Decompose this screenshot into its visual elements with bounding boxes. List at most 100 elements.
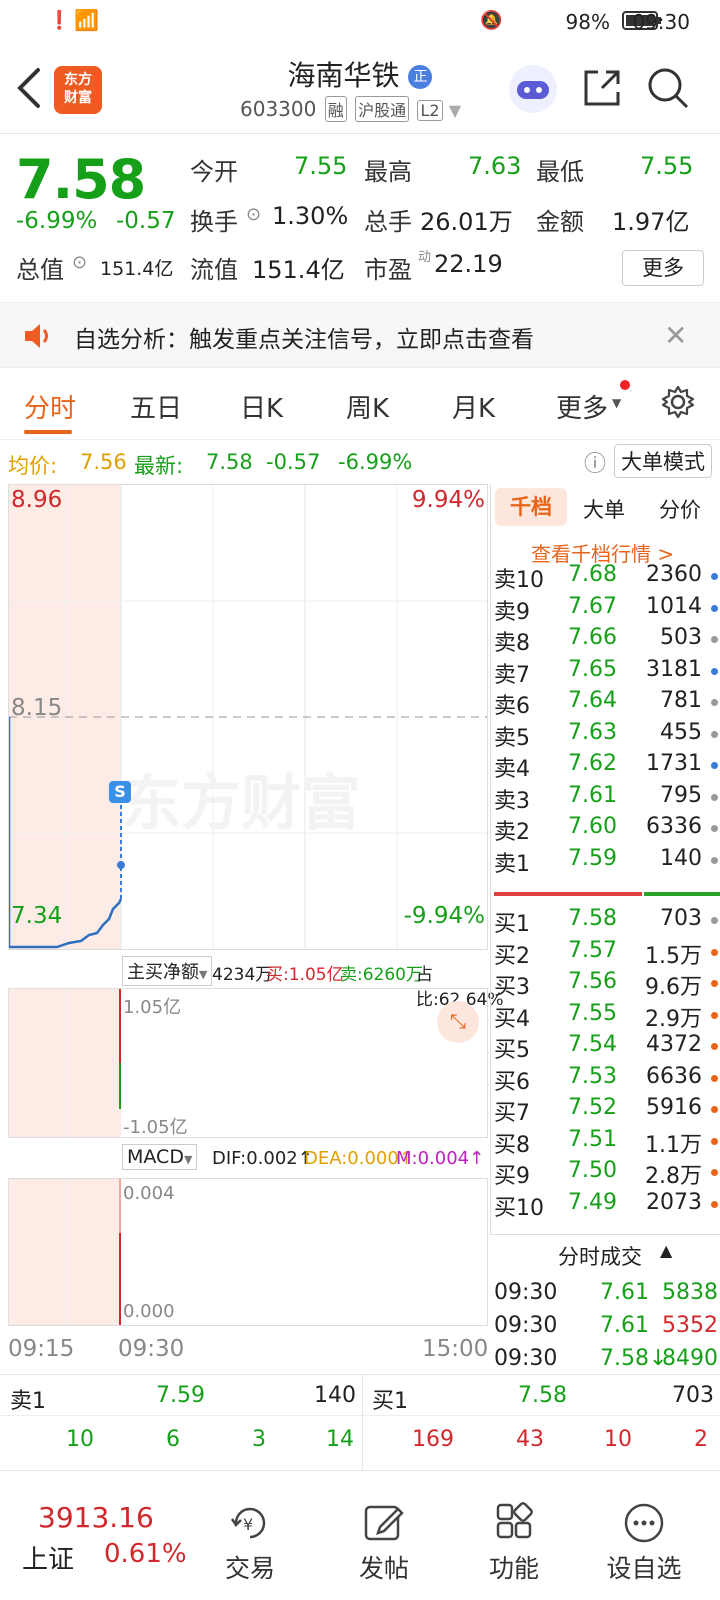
trade-time: 09:30 — [494, 1313, 558, 1338]
mktcap-label: 总值 — [16, 256, 64, 284]
bid-row[interactable]: 买7 7.52 5916 — [494, 1095, 720, 1127]
amount-value: 1.97亿 — [612, 208, 690, 236]
ask-row[interactable]: 卖2 7.60 6336 — [494, 814, 720, 846]
bottom-sell-vol: 140 — [314, 1383, 356, 1408]
signal-marker[interactable]: S — [109, 781, 131, 803]
bid-row[interactable]: 买10 7.49 2073 — [494, 1190, 720, 1222]
more-quote-button[interactable]: 更多 — [622, 250, 704, 286]
time-axis-end: 15:00 — [422, 1336, 489, 1362]
index-ticker[interactable]: 3913.16 上证 0.61% — [22, 1483, 202, 1583]
bid-row[interactable]: 买1 7.58 703 — [494, 906, 720, 938]
ask-level-label: 卖8 — [494, 631, 530, 656]
bid-row[interactable]: 买9 7.50 2.8万 — [494, 1158, 720, 1190]
help-icon[interactable]: ⓘ — [584, 446, 606, 478]
bid-row[interactable]: 买5 7.54 4372 — [494, 1032, 720, 1064]
tab-price-dist[interactable]: 分价 — [659, 494, 701, 524]
netflow-chart[interactable]: 1.05亿 -1.05亿 ⤡ — [8, 988, 488, 1138]
buy-queue-4: 2 — [694, 1427, 708, 1452]
bid-dot-icon — [711, 1200, 718, 1208]
expand-icon[interactable]: ⤡ — [437, 1001, 479, 1043]
low-value: 7.55 — [640, 152, 694, 180]
dropdown-icon[interactable]: ▼ — [449, 101, 461, 120]
tab-daily-k[interactable]: 日K — [240, 388, 283, 425]
tab-big-order[interactable]: 大单 — [583, 494, 625, 524]
macd-dif: DIF:0.002↑ — [212, 1148, 313, 1169]
bid-row[interactable]: 买4 7.55 2.9万 — [494, 1001, 720, 1033]
bid-level-label: 买9 — [494, 1164, 530, 1189]
nav-functions[interactable]: 功能 — [454, 1501, 574, 1585]
more-dots-icon — [584, 1501, 704, 1545]
ask-row[interactable]: 卖5 7.63 455 — [494, 720, 720, 752]
tab-five-day[interactable]: 五日 — [130, 388, 182, 425]
trade-row: 09:30 7.61 5352 — [494, 1313, 720, 1345]
ask-level-label: 卖1 — [494, 851, 530, 877]
bottom-buy-price: 7.58 — [518, 1383, 567, 1408]
tab-monthly-k[interactable]: 月K — [452, 388, 495, 425]
bottom-nav: 3913.16 上证 0.61% ¥ 交易 发帖 功能 设自选 — [0, 1470, 720, 1600]
search-icon[interactable] — [646, 66, 690, 114]
intraday-chart[interactable]: 东方财富 8.96 8.15 7.34 9.94% -9.94% S — [8, 484, 488, 950]
info-icon[interactable]: ⊙ — [72, 252, 87, 273]
notice-bar[interactable]: 自选分析：触发重点关注信号，立即点击查看 ✕ — [0, 302, 720, 368]
mute-icon: 🔕 — [480, 10, 503, 31]
bid-dot-icon — [711, 1137, 718, 1145]
pe-dynamic-mark: 动 — [418, 250, 432, 265]
buy-queue-2: 43 — [516, 1427, 544, 1452]
trade-volume: 5352 — [662, 1313, 718, 1338]
tab-thousand-level[interactable]: 千档 — [495, 488, 567, 526]
bid-price: 7.57 — [568, 937, 617, 963]
sell-queue-3: 3 — [252, 1427, 266, 1452]
ask-level-label: 卖10 — [494, 568, 544, 593]
ask-row[interactable]: 卖3 7.61 795 — [494, 783, 720, 815]
nav-add-watchlist[interactable]: 设自选 — [584, 1501, 704, 1585]
ask-row[interactable]: 卖10 7.68 2360 — [494, 562, 720, 594]
macd-axis-top: 0.004 — [123, 1183, 175, 1204]
info-icon[interactable]: ⊙ — [246, 204, 261, 225]
ask-row[interactable]: 卖9 7.67 1014 — [494, 594, 720, 626]
bid-dot-icon — [711, 980, 718, 987]
macd-chart[interactable]: 0.004 0.000 — [8, 1178, 488, 1326]
high-value: 7.63 — [468, 152, 522, 180]
ask-row[interactable]: 卖6 7.64 781 — [494, 688, 720, 720]
index-name: 上证 — [22, 1545, 75, 1575]
bid-row[interactable]: 买2 7.57 1.5万 — [494, 938, 720, 970]
ask-dot-icon — [711, 604, 718, 612]
macd-m: M:0.004↑ — [396, 1148, 485, 1169]
tick-trades-title: 分时成交 — [558, 1245, 642, 1269]
robot-avatar-icon[interactable] — [508, 64, 558, 118]
ask-row[interactable]: 卖7 7.65 3181 — [494, 657, 720, 689]
bid-row[interactable]: 买6 7.53 6636 — [494, 1064, 720, 1096]
ask-volume: 781 — [660, 688, 702, 713]
close-icon[interactable]: ✕ — [664, 319, 687, 352]
tab-weekly-k[interactable]: 周K — [346, 388, 389, 425]
bid-volume: 2073 — [646, 1189, 702, 1215]
ask-row[interactable]: 卖8 7.66 503 — [494, 625, 720, 657]
tab-intraday[interactable]: 分时 — [24, 388, 76, 425]
bid-row[interactable]: 买3 7.56 9.6万 — [494, 969, 720, 1001]
bid-row[interactable]: 买8 7.51 1.1万 — [494, 1127, 720, 1159]
change-pct: -6.99% — [16, 208, 98, 234]
ask-price: 7.67 — [568, 593, 617, 619]
ask-row[interactable]: 卖4 7.62 1731 — [494, 751, 720, 783]
flow-axis-bottom: -1.05亿 — [123, 1117, 188, 1138]
watermark: 东方财富 — [121, 769, 361, 839]
ask-row[interactable]: 卖1 7.59 140 — [494, 846, 720, 878]
ask-dot-icon — [711, 573, 718, 580]
collapse-up-icon[interactable]: ▲ — [660, 1241, 672, 1260]
settings-gear-icon[interactable] — [660, 384, 696, 424]
stock-code-row[interactable]: 603300 融 沪股通 L2 ▼ — [240, 96, 461, 122]
mktcap-value: 151.4亿 — [100, 258, 174, 280]
nav-trade[interactable]: ¥ 交易 — [190, 1501, 310, 1585]
tab-more[interactable]: 更多 — [556, 388, 608, 425]
y-axis-top: 8.96 — [11, 487, 63, 513]
netflow-selector[interactable]: 主买净额▼ — [122, 956, 213, 986]
nav-post[interactable]: 发帖 — [324, 1501, 444, 1585]
stock-code: 603300 — [240, 97, 317, 121]
trade-time: 09:30 — [494, 1280, 558, 1305]
indicator-selector[interactable]: MACD▼ — [122, 1144, 198, 1170]
period-tabs: 分时 五日 日K 周K 月K 更多 ▼ — [0, 368, 720, 440]
book-divider — [494, 892, 720, 896]
big-order-mode-button[interactable]: 大单模式 — [614, 444, 712, 478]
share-icon[interactable] — [580, 66, 624, 114]
high-label: 最高 — [364, 158, 412, 186]
